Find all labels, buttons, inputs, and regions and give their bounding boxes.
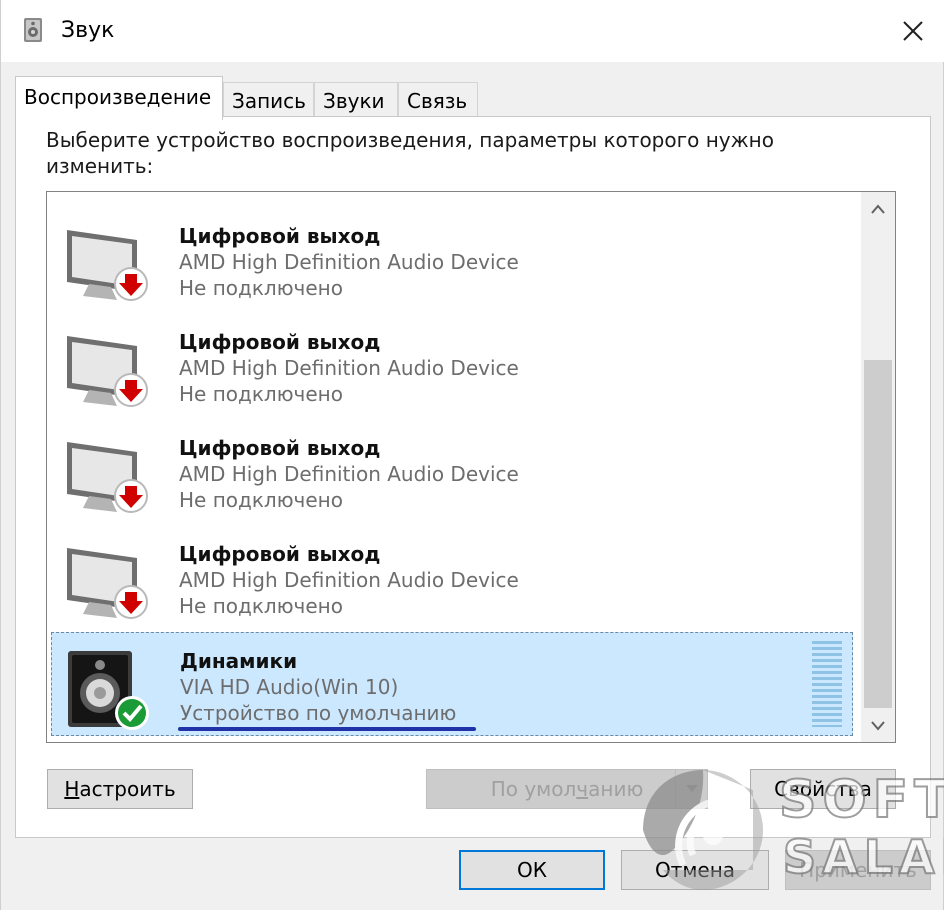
volume-level-meter [812,641,842,727]
scroll-thumb[interactable] [864,360,892,708]
set-default-label-key: ч [576,777,589,801]
cancel-button[interactable]: Отмена [621,850,769,890]
device-status: Не подключено [179,488,343,512]
device-status: Не подключено [179,594,343,618]
list-item-partial [107,191,167,200]
device-description: AMD High Definition Audio Device [179,250,519,274]
device-description: VIA HD Audio(Win 10) [180,675,399,699]
device-name: Цифровой выход [179,436,381,460]
device-description: AMD High Definition Audio Device [179,356,519,380]
set-default-dropdown[interactable] [675,770,707,808]
device-item[interactable]: Цифровой выход AMD High Definition Audio… [51,314,853,418]
monitor-disconnected-icon [67,230,148,301]
speaker-icon [24,18,42,42]
close-button[interactable] [887,6,939,56]
ok-button[interactable]: ОК [459,850,605,890]
highlight-underline [178,727,476,731]
device-name: Цифровой выход [179,542,381,566]
tab-strip: Воспроизведение Запись Звуки Связь [15,76,933,120]
device-name: Цифровой выход [179,224,381,248]
tab-playback[interactable]: Воспроизведение [15,76,223,120]
chevron-up-icon [871,204,885,214]
device-list[interactable]: Цифровой выход AMD High Definition Audio… [46,191,896,743]
configure-button[interactable]: Настроить [47,769,193,809]
window-title: Звук [61,18,115,43]
device-name: Динамики [180,649,298,673]
title-bar: Звук [1,0,944,62]
tab-sounds[interactable]: Звуки [314,82,398,120]
monitor-disconnected-icon [67,548,148,619]
monitor-disconnected-icon [67,336,148,407]
vertical-scrollbar[interactable] [861,192,895,742]
device-item[interactable]: Цифровой выход AMD High Definition Audio… [51,420,853,524]
close-icon [903,21,923,41]
monitor-disconnected-icon [67,442,148,513]
device-item-selected[interactable]: Динамики VIA HD Audio(Win 10) Устройство… [51,632,853,736]
apply-button[interactable]: Применить [785,850,931,890]
set-default-button[interactable]: По умолчанию [426,769,708,809]
properties-button[interactable]: Свойства [750,769,896,809]
device-status: Устройство по умолчанию [180,701,457,725]
device-item[interactable]: Цифровой выход AMD High Definition Audio… [51,208,853,312]
configure-label-key: Н [64,777,80,801]
device-status: Не подключено [179,276,343,300]
chevron-down-icon [686,785,698,792]
set-default-label-post: анию [588,777,644,801]
device-description: AMD High Definition Audio Device [179,568,519,592]
set-default-label-pre: По умол [490,777,577,801]
scroll-up-button[interactable] [861,192,895,226]
playback-panel: Выберите устройство воспроизведения, пар… [15,116,931,838]
device-item[interactable]: Цифровой выход AMD High Definition Audio… [51,526,853,630]
configure-label-post: астроить [79,777,176,801]
instruction-text: Выберите устройство воспроизведения, пар… [46,128,774,178]
device-name: Цифровой выход [179,330,381,354]
sound-dialog: Звук Воспроизведение Запись Звуки Связь … [0,0,944,910]
tab-communications[interactable]: Связь [398,82,478,120]
device-description: AMD High Definition Audio Device [179,462,519,486]
tab-recording[interactable]: Запись [223,82,314,120]
device-status: Не подключено [179,382,343,406]
speaker-default-icon [68,651,149,730]
chevron-down-icon [871,721,885,731]
scroll-down-button[interactable] [861,708,895,742]
